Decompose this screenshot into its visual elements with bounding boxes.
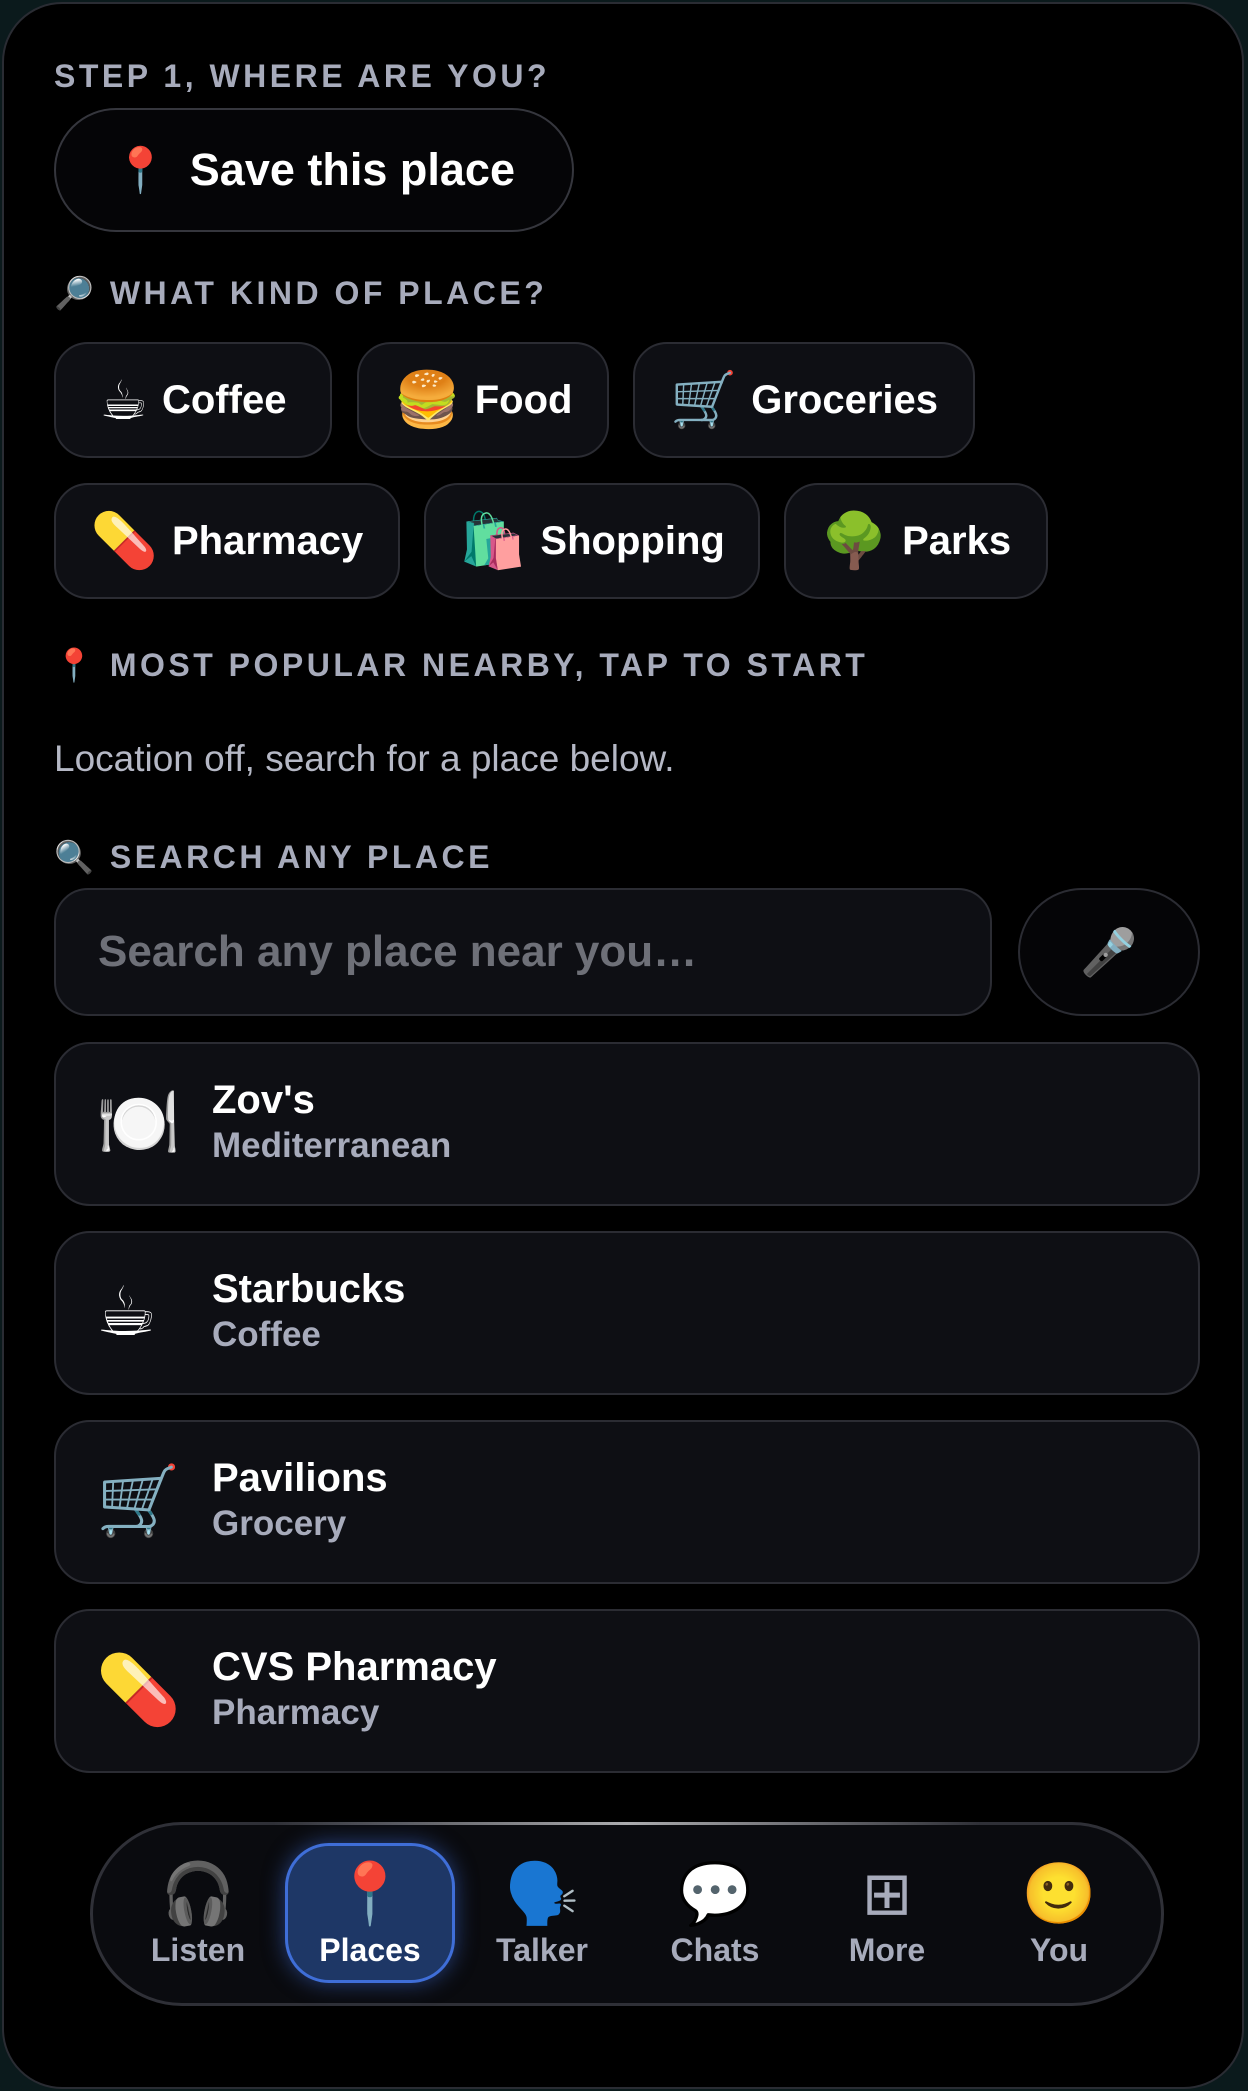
cart-icon: 🛒 xyxy=(96,1463,181,1539)
category-chip-parks[interactable]: 🌳 Parks xyxy=(784,483,1048,599)
category-chip-shopping[interactable]: 🛍️ Shopping xyxy=(424,483,760,599)
place-card-pavilions[interactable]: 🛒 Pavilions Grocery xyxy=(54,1420,1200,1584)
plate-icon: 🍽️ xyxy=(96,1085,181,1161)
shopping-bags-icon: 🛍️ xyxy=(459,510,527,571)
phone-screen: STEP 1, WHERE ARE YOU? 📍 Save this place… xyxy=(2,2,1244,2089)
search-input[interactable] xyxy=(54,888,992,1016)
nav-tab-places[interactable]: 📍 Places xyxy=(285,1843,455,1983)
place-name: Starbucks xyxy=(212,1267,406,1311)
category-chip-food[interactable]: 🍔 Food xyxy=(357,342,609,458)
burger-icon: 🍔 xyxy=(393,369,461,430)
popular-section-text: MOST POPULAR NEARBY, TAP TO START xyxy=(109,646,869,683)
search-icon: 🔍 xyxy=(54,839,94,875)
search-section-label: 🔍 SEARCH ANY PLACE xyxy=(54,838,493,876)
nav-tab-chats[interactable]: 💬 Chats xyxy=(630,1843,800,1983)
nav-tab-you[interactable]: 🙂 You xyxy=(974,1843,1144,1983)
place-category: Grocery xyxy=(212,1504,347,1543)
kind-section-label: 🔎 WHAT KIND OF PLACE? xyxy=(54,274,547,312)
speaking-head-icon: 🗣️ xyxy=(504,1859,580,1927)
save-place-button[interactable]: 📍 Save this place xyxy=(54,108,574,232)
place-category: Mediterranean xyxy=(212,1126,452,1165)
place-category: Pharmacy xyxy=(212,1693,380,1732)
nav-tab-label: You xyxy=(1029,1931,1089,1968)
grid-icon: ⊞ xyxy=(861,1859,913,1927)
nav-tab-label: More xyxy=(848,1931,926,1968)
chip-label: Coffee xyxy=(161,377,287,422)
pin-icon: 📍 xyxy=(332,1859,408,1927)
place-card-cvs-pharmacy[interactable]: 💊 CVS Pharmacy Pharmacy xyxy=(54,1609,1200,1773)
place-name: CVS Pharmacy xyxy=(212,1645,497,1689)
nav-tab-label: Listen xyxy=(150,1931,246,1968)
nav-tab-more[interactable]: ⊞ More xyxy=(802,1843,972,1983)
pill-icon: 💊 xyxy=(90,510,158,571)
coffee-icon: ☕ xyxy=(99,370,148,431)
search-section-text: SEARCH ANY PLACE xyxy=(109,838,493,875)
pin-icon: 📍 xyxy=(113,146,168,195)
voice-search-button[interactable]: 🎤 xyxy=(1018,888,1200,1016)
place-category: Coffee xyxy=(212,1315,321,1354)
nav-tab-listen[interactable]: 🎧 Listen xyxy=(113,1843,283,1983)
microphone-icon: 🎤 xyxy=(1080,925,1138,978)
chip-label: Shopping xyxy=(540,518,725,563)
nav-tab-label: Talker xyxy=(496,1931,588,1968)
place-name: Pavilions xyxy=(212,1456,388,1500)
smiley-icon: 🙂 xyxy=(1021,1859,1097,1927)
kind-section-text: WHAT KIND OF PLACE? xyxy=(109,274,548,311)
bottom-nav-bar: 🎧 Listen 📍 Places 🗣️ Talker 💬 Chats ⊞ Mo… xyxy=(90,1822,1164,2006)
category-chip-pharmacy[interactable]: 💊 Pharmacy xyxy=(54,483,400,599)
save-place-label: Save this place xyxy=(189,144,515,195)
popular-section-label: 📍 MOST POPULAR NEARBY, TAP TO START xyxy=(54,646,868,684)
place-card-zovs[interactable]: 🍽️ Zov's Mediterranean xyxy=(54,1042,1200,1206)
headphones-icon: 🎧 xyxy=(160,1859,236,1927)
place-card-starbucks[interactable]: ☕ Starbucks Coffee xyxy=(54,1231,1200,1395)
coffee-icon: ☕ xyxy=(96,1274,157,1350)
nav-tab-label: Places xyxy=(319,1931,421,1968)
category-chip-coffee[interactable]: ☕ Coffee xyxy=(54,342,332,458)
magnifier-icon: 🔎 xyxy=(54,275,94,311)
category-chip-groceries[interactable]: 🛒 Groceries xyxy=(633,342,975,458)
location-status-text: Location off, search for a place below. xyxy=(54,738,675,779)
step-label: STEP 1, WHERE ARE YOU? xyxy=(54,58,550,95)
chip-label: Parks xyxy=(902,518,1012,563)
nav-tab-label: Chats xyxy=(670,1931,760,1968)
chip-label: Groceries xyxy=(751,377,939,422)
chip-label: Food xyxy=(474,377,573,422)
tree-icon: 🌳 xyxy=(820,510,889,571)
nav-tab-talker[interactable]: 🗣️ Talker xyxy=(457,1843,627,1983)
pill-icon: 💊 xyxy=(96,1652,181,1728)
cart-icon: 🛒 xyxy=(669,369,738,430)
step-label-text: STEP 1, WHERE ARE YOU? xyxy=(54,58,551,94)
place-name: Zov's xyxy=(212,1078,315,1122)
chip-label: Pharmacy xyxy=(172,518,364,563)
speech-bubble-icon: 💬 xyxy=(677,1859,753,1927)
pin-icon: 📍 xyxy=(54,647,94,683)
